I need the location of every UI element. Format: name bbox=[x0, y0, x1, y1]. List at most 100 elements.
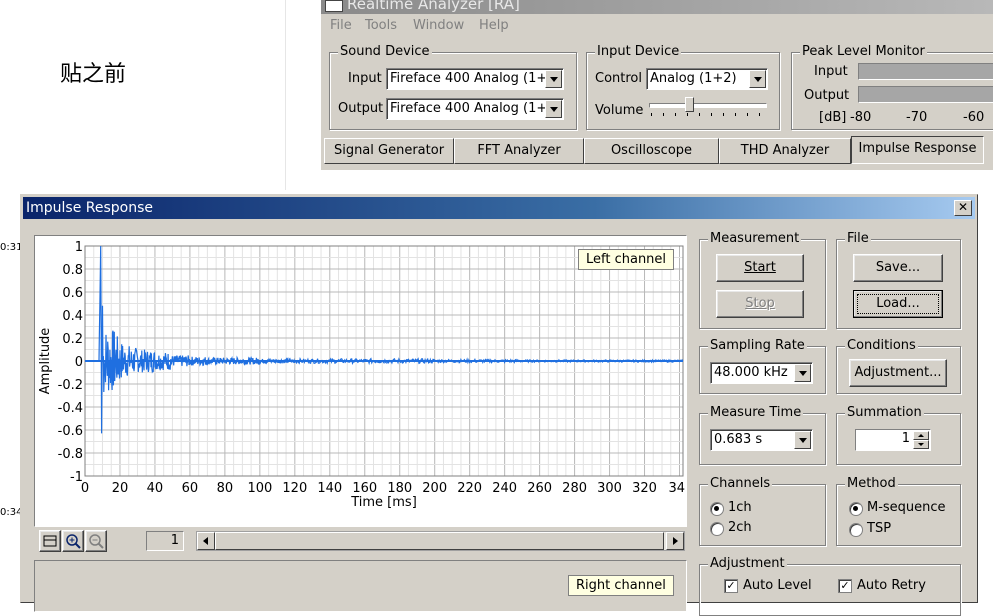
auto-level-checkbox[interactable]: ✓ bbox=[724, 579, 738, 593]
volume-track bbox=[649, 103, 767, 108]
scroll-left-button[interactable] bbox=[197, 532, 215, 550]
output-device-select[interactable]: Fireface 400 Analog (1+2) bbox=[386, 98, 564, 120]
channels-1ch-radio[interactable] bbox=[710, 502, 724, 516]
conditions-group: Conditions Adjustment... bbox=[836, 338, 961, 394]
stop-button[interactable]: Stop bbox=[716, 290, 804, 318]
plot-panel: 0 20 40 60 80 100 120 140 160 180 200 220 240 260 280 3… bbox=[34, 235, 687, 527]
channels-title: Channels bbox=[708, 476, 773, 491]
input-device-value: Fireface 400 Analog (1+2) bbox=[390, 71, 561, 86]
peak-input-meter bbox=[858, 63, 993, 80]
x-tick-label: 160 bbox=[352, 481, 377, 496]
channels-group: Channels 1ch 2ch bbox=[699, 476, 826, 546]
ra-title: Realtime Analyzer [RA] bbox=[347, 0, 520, 13]
x-tick-label: 140 bbox=[317, 481, 342, 496]
chevron-down-icon[interactable] bbox=[545, 100, 562, 118]
tab-impulse-response[interactable]: Impulse Response bbox=[851, 136, 984, 164]
channels-2ch-radio[interactable] bbox=[710, 522, 724, 536]
sampling-rate-select[interactable]: 48.000 kHz bbox=[710, 362, 813, 384]
control-select[interactable]: Analog (1+2) bbox=[646, 68, 768, 90]
left-channel-label: Left channel bbox=[578, 249, 675, 270]
method-tsp-label: TSP bbox=[867, 521, 892, 536]
method-msequence-radio[interactable] bbox=[849, 502, 863, 516]
conditions-adjustment-button[interactable]: Adjustment... bbox=[849, 359, 947, 387]
input-device-group: Input Device Control Analog (1+2) Volume bbox=[586, 44, 780, 130]
y-tick-label: -0.2 bbox=[58, 378, 83, 393]
tab-signal-generator[interactable]: Signal Generator bbox=[324, 138, 454, 164]
y-axis-label: Amplitude bbox=[38, 328, 53, 395]
ir-titlebar: Impulse Response ✕ bbox=[23, 197, 975, 219]
tab-oscilloscope[interactable]: Oscilloscope bbox=[584, 138, 719, 164]
page-number: 1 bbox=[170, 533, 179, 548]
y-tick-label: -1 bbox=[70, 470, 83, 485]
fit-view-icon bbox=[43, 535, 57, 547]
x-tick-label: 20 bbox=[112, 481, 129, 496]
adjustment-group: Adjustment ✓ Auto Level ✓ Auto Retry bbox=[699, 556, 961, 616]
x-tick-label: 220 bbox=[457, 481, 482, 496]
arrow-right-icon bbox=[673, 537, 678, 545]
load-button[interactable]: Load... bbox=[853, 290, 943, 318]
chevron-down-icon[interactable] bbox=[545, 70, 562, 88]
tab-fft-analyzer[interactable]: FFT Analyzer bbox=[454, 138, 584, 164]
summation-group: Summation 1 bbox=[836, 405, 961, 465]
horizontal-scrollbar[interactable] bbox=[196, 531, 685, 551]
file-title: File bbox=[845, 231, 871, 246]
x-tick-label: 280 bbox=[562, 481, 587, 496]
peak-input-label: Input bbox=[814, 64, 848, 79]
y-tick-label: 0 bbox=[75, 355, 83, 370]
zoom-in-icon bbox=[66, 534, 81, 549]
right-channel-label: Right channel bbox=[568, 575, 674, 596]
menu-help[interactable]: Help bbox=[479, 18, 509, 33]
control-label: Control bbox=[595, 71, 642, 86]
peak-output-meter bbox=[858, 86, 993, 103]
measure-time-select[interactable]: 0.683 s bbox=[710, 429, 813, 451]
menu-tools[interactable]: Tools bbox=[365, 18, 397, 33]
input-label: Input bbox=[348, 71, 382, 86]
page-number-field[interactable]: 1 bbox=[146, 531, 184, 551]
save-button[interactable]: Save... bbox=[853, 254, 943, 282]
peak-db-label: [dB] bbox=[819, 110, 847, 125]
chevron-down-icon[interactable] bbox=[749, 70, 766, 88]
sound-device-group: Sound Device Input Fireface 400 Analog (… bbox=[329, 44, 577, 130]
fit-view-button[interactable] bbox=[39, 530, 61, 552]
peak-scale-60: -60 bbox=[963, 110, 985, 125]
app-icon bbox=[325, 0, 343, 12]
channels-1ch-label: 1ch bbox=[728, 500, 752, 515]
x-tick-label: 100 bbox=[247, 481, 272, 496]
spin-up-icon bbox=[918, 434, 924, 437]
zoom-out-button[interactable] bbox=[85, 530, 107, 552]
measurement-title: Measurement bbox=[708, 231, 802, 246]
zoom-in-button[interactable] bbox=[62, 530, 84, 552]
sampling-rate-title: Sampling Rate bbox=[708, 338, 807, 353]
measurement-group: Measurement Start Stop bbox=[699, 231, 826, 329]
peak-level-group: Peak Level Monitor Input Output [dB] -80… bbox=[791, 44, 993, 130]
x-tick-label: 240 bbox=[492, 481, 517, 496]
close-button[interactable]: ✕ bbox=[954, 200, 972, 216]
scroll-thumb[interactable] bbox=[215, 532, 664, 550]
auto-retry-checkbox[interactable]: ✓ bbox=[838, 579, 852, 593]
volume-thumb[interactable] bbox=[685, 97, 694, 112]
menu-window[interactable]: Window bbox=[413, 18, 464, 33]
adjustment-title: Adjustment bbox=[708, 556, 787, 571]
impulse-response-series bbox=[85, 245, 684, 434]
summation-spinner[interactable]: 1 bbox=[855, 429, 931, 451]
side-divider bbox=[285, 0, 286, 190]
output-device-value: Fireface 400 Analog (1+2) bbox=[390, 101, 561, 116]
impulse-chart: 0 20 40 60 80 100 120 140 160 180 200 220 240 260 280 3… bbox=[38, 240, 685, 510]
x-tick-label: 80 bbox=[217, 481, 234, 496]
method-tsp-radio[interactable] bbox=[849, 523, 863, 537]
note-text: 贴之前 bbox=[60, 62, 127, 87]
sampling-rate-value: 48.000 kHz bbox=[714, 365, 788, 380]
chevron-down-icon[interactable] bbox=[794, 364, 811, 382]
menu-file[interactable]: File bbox=[330, 18, 352, 33]
chevron-down-icon[interactable] bbox=[794, 431, 811, 449]
tab-thd-analyzer[interactable]: THD Analyzer bbox=[719, 138, 851, 164]
zoom-out-icon bbox=[89, 534, 104, 549]
scroll-right-button[interactable] bbox=[666, 532, 684, 550]
input-device-select[interactable]: Fireface 400 Analog (1+2) bbox=[386, 68, 564, 90]
spin-down-button[interactable] bbox=[913, 440, 929, 449]
volume-slider[interactable] bbox=[649, 97, 767, 121]
volume-label: Volume bbox=[595, 103, 644, 118]
start-button[interactable]: Start bbox=[716, 254, 804, 282]
y-tick-label: 0.2 bbox=[62, 332, 83, 347]
spin-up-button[interactable] bbox=[913, 431, 929, 440]
